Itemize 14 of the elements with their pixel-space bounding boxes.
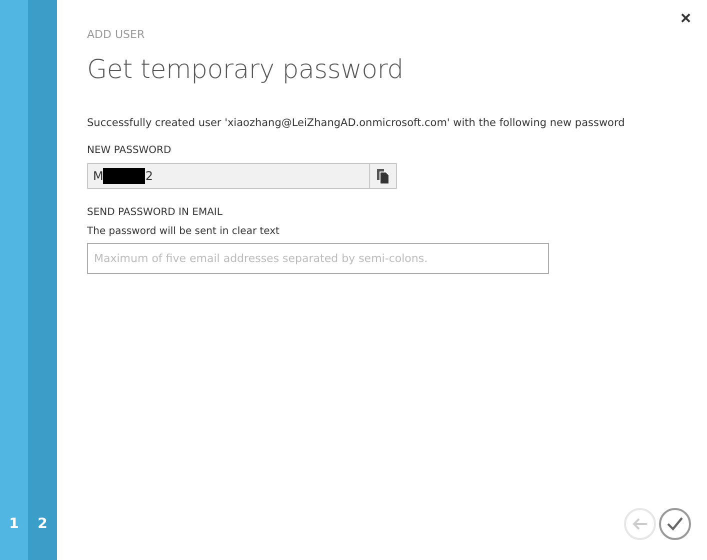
success-message: Successfully created user 'xiaozhang@LeiZhangAD.onmicrosoft.com' with the following new password bbox=[87, 117, 626, 129]
field-label: NEW PASSWORD bbox=[87, 145, 172, 156]
dialog-subtitle: ADD USER bbox=[87, 28, 146, 41]
password-field[interactable]: M 2 bbox=[87, 163, 369, 189]
field-label: SEND PASSWORD IN EMAIL bbox=[87, 207, 224, 218]
close-button[interactable]: × bbox=[678, 8, 693, 29]
email-input-field[interactable]: Maximum of five email addresses separated by semi-colons. bbox=[87, 243, 549, 274]
checkmark-icon bbox=[667, 517, 683, 531]
copy-button[interactable] bbox=[369, 163, 397, 189]
done-button[interactable] bbox=[659, 508, 691, 540]
field-hint: The password will be sent in clear text bbox=[87, 226, 280, 237]
dialog-title: Get temporary password bbox=[87, 55, 404, 85]
left-arrow-icon bbox=[632, 518, 648, 530]
copy-icon bbox=[377, 168, 389, 184]
